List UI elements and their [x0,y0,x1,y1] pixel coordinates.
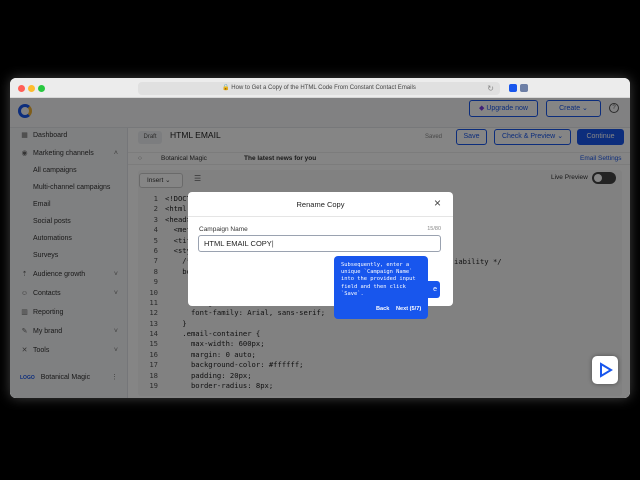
screen: 🔒 How to Get a Copy of the HTML Code Fro… [0,0,640,480]
browser-toolbar: 🔒 How to Get a Copy of the HTML Code Fro… [10,78,630,98]
play-icon [600,362,613,378]
campaign-name-input[interactable]: HTML EMAIL COPY| [198,235,441,252]
tooltip-next-button[interactable]: Next (5/7) [396,306,421,312]
extension-play-icon[interactable] [509,84,517,92]
tooltip-back-button[interactable]: Back [376,306,389,312]
close-window-button[interactable] [18,85,25,92]
extension-icon[interactable] [520,84,528,92]
walkthrough-tooltip: Subsequently, enter a unique `Campaign N… [334,256,428,319]
maximize-window-button[interactable] [38,85,45,92]
address-bar[interactable]: 🔒 How to Get a Copy of the HTML Code Fro… [138,82,500,95]
dialog-divider [188,216,453,217]
close-icon[interactable]: × [434,196,441,210]
page-title: How to Get a Copy of the HTML Code From … [231,85,416,91]
dialog-title: Rename Copy [296,200,345,209]
lock-icon: 🔒 [222,85,232,91]
campaign-name-value: HTML EMAIL COPY [204,239,272,248]
browser-window: 🔒 How to Get a Copy of the HTML Code Fro… [10,78,630,398]
reload-icon[interactable]: ↻ [487,82,494,95]
play-video-button[interactable] [592,356,618,384]
campaign-name-label: Campaign Name [199,226,248,233]
char-count: 15/80 [427,226,441,232]
tooltip-text: Subsequently, enter a unique `Campaign N… [341,262,419,297]
text-cursor: | [271,239,274,248]
minimize-window-button[interactable] [28,85,35,92]
